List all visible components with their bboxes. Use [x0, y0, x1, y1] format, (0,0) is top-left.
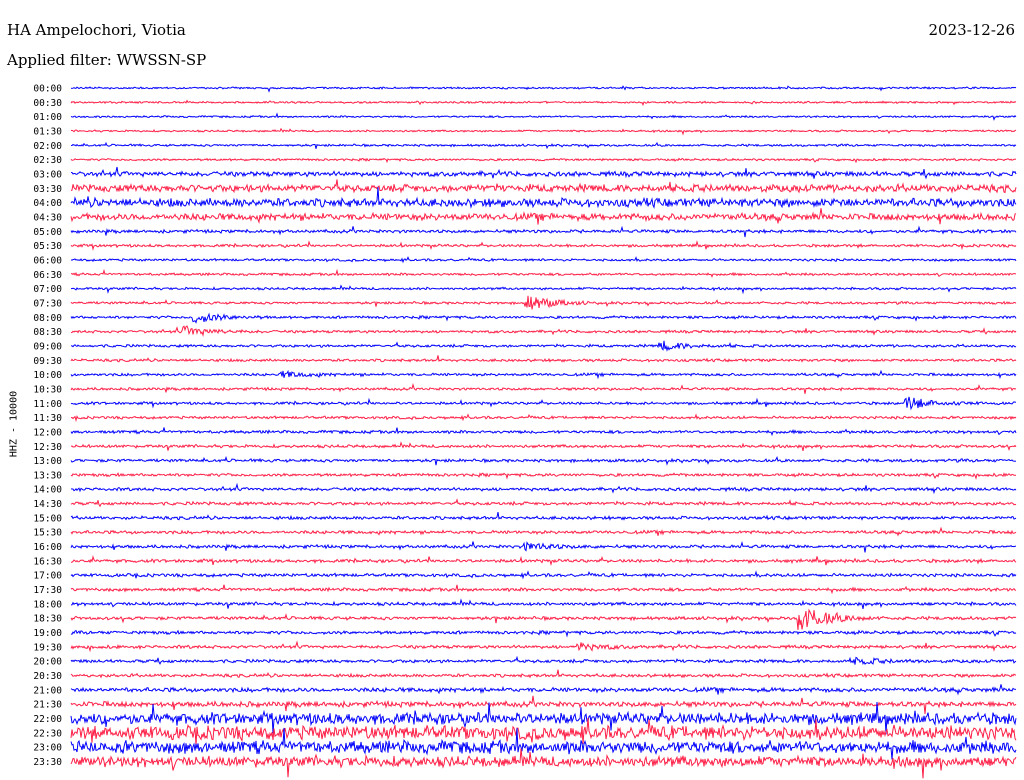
row-time-label: 22:00: [33, 714, 62, 725]
row-time-label: 09:00: [33, 341, 62, 352]
row-time-label: 20:00: [33, 657, 62, 668]
trace-row-1200: [70, 427, 1017, 437]
trace-row-0630: [70, 268, 1017, 278]
row-time-label: 11:00: [33, 399, 62, 410]
trace-row-1100: [70, 396, 1017, 411]
row-time-label: 00:00: [33, 84, 62, 95]
row-time-label: 02:30: [33, 155, 62, 166]
trace-row-2100: [70, 684, 1017, 696]
trace-row-0930: [70, 355, 1017, 363]
row-time-label: 12:30: [33, 442, 62, 453]
trace-row-0100: [70, 112, 1017, 121]
helicorder-plot: 00:00 00:30 01:00 01:30 02:00 02:30 03:00 03:30…: [33, 84, 1017, 779]
trace-row-0400: [70, 187, 1017, 209]
trace-row-0600: [70, 256, 1017, 264]
row-time-label: 14:00: [33, 485, 62, 496]
trace-row-1500: [70, 512, 1017, 521]
row-time-label: 22:30: [33, 728, 62, 739]
row-time-label: 21:30: [33, 700, 62, 711]
trace-row-0900: [70, 340, 1017, 352]
row-time-label: 09:30: [33, 356, 62, 367]
row-time-label: 19:30: [33, 642, 62, 653]
row-time-label: 18:30: [33, 614, 62, 625]
row-time-label: 23:00: [33, 743, 62, 754]
row-time-label: 10:00: [33, 370, 62, 381]
row-time-label: 06:30: [33, 270, 62, 281]
row-time-label: 08:30: [33, 327, 62, 338]
trace-row-1800: [71, 598, 1017, 610]
row-time-label: 06:00: [33, 255, 62, 266]
row-time-label: 04:00: [33, 198, 62, 209]
trace-row-2130: [70, 695, 1017, 714]
trace-row-1730: [70, 584, 1017, 595]
row-time-label: 11:30: [33, 413, 62, 424]
row-time-label: 03:00: [33, 169, 62, 180]
row-time-label: 16:00: [33, 542, 62, 553]
traces: [70, 85, 1017, 779]
trace-row-1400: [70, 482, 1017, 495]
trace-row-1530: [70, 526, 1017, 537]
trace-row-1000: [70, 369, 1017, 380]
row-time-label: 18:00: [33, 599, 62, 610]
trace-row-0000: [70, 85, 1017, 93]
trace-row-0130: [70, 127, 1017, 136]
row-time-label: 15:00: [33, 513, 62, 524]
trace-row-1230: [70, 441, 1017, 452]
trace-row-0300: [71, 166, 1017, 180]
trace-row-1700: [70, 570, 1017, 580]
row-labels: 00:00 00:30 01:00 01:30 02:00 02:30 03:00 03:30…: [33, 84, 62, 769]
row-time-label: 05:30: [33, 241, 62, 252]
row-time-label: 17:30: [33, 585, 62, 596]
row-time-label: 01:30: [33, 126, 62, 137]
trace-row-1600: [70, 541, 1017, 553]
trace-row-0700: [70, 284, 1017, 295]
trace-row-1430: [70, 498, 1017, 508]
trace-row-0830: [70, 325, 1017, 338]
trace-row-1030: [70, 383, 1017, 394]
row-time-label: 04:30: [33, 212, 62, 223]
row-time-label: 13:00: [33, 456, 62, 467]
trace-row-2230: [70, 717, 1017, 747]
row-time-label: 21:00: [33, 685, 62, 696]
trace-row-1330: [70, 472, 1017, 480]
trace-row-0500: [70, 225, 1017, 238]
row-time-label: 02:00: [33, 141, 62, 152]
row-time-label: 19:00: [33, 628, 62, 639]
row-time-label: 07:30: [33, 298, 62, 309]
row-time-label: 05:00: [33, 227, 62, 238]
row-time-label: 15:30: [33, 528, 62, 539]
row-time-label: 00:30: [33, 98, 62, 109]
trace-row-0430: [70, 208, 1017, 225]
trace-row-0200: [71, 141, 1017, 150]
trace-row-1300: [70, 455, 1017, 466]
row-time-label: 16:30: [33, 556, 62, 567]
row-time-label: 08:00: [33, 313, 62, 324]
row-time-label: 10:30: [33, 384, 62, 395]
trace-row-2330: [70, 748, 1017, 779]
row-time-label: 13:30: [33, 470, 62, 481]
trace-row-0530: [70, 240, 1017, 251]
row-time-label: 20:30: [33, 671, 62, 682]
trace-row-1930: [70, 640, 1017, 653]
trace-row-2030: [70, 669, 1017, 679]
row-time-label: 17:00: [33, 571, 62, 582]
trace-row-2000: [70, 655, 1017, 666]
trace-row-0800: [70, 312, 1017, 324]
row-time-label: 23:30: [33, 757, 62, 768]
trace-row-1130: [70, 413, 1017, 423]
row-time-label: 01:00: [33, 112, 62, 123]
trace-row-0330: [70, 179, 1017, 194]
trace-row-0030: [70, 99, 1017, 107]
trace-row-1830: [70, 608, 1017, 630]
row-time-label: 14:30: [33, 499, 62, 510]
row-time-label: 07:00: [33, 284, 62, 295]
trace-row-0730: [70, 295, 1017, 310]
row-time-label: 12:00: [33, 427, 62, 438]
trace-row-0230: [70, 157, 1017, 164]
trace-row-1900: [70, 629, 1017, 638]
trace-row-1630: [71, 555, 1017, 566]
row-time-label: 03:30: [33, 184, 62, 195]
